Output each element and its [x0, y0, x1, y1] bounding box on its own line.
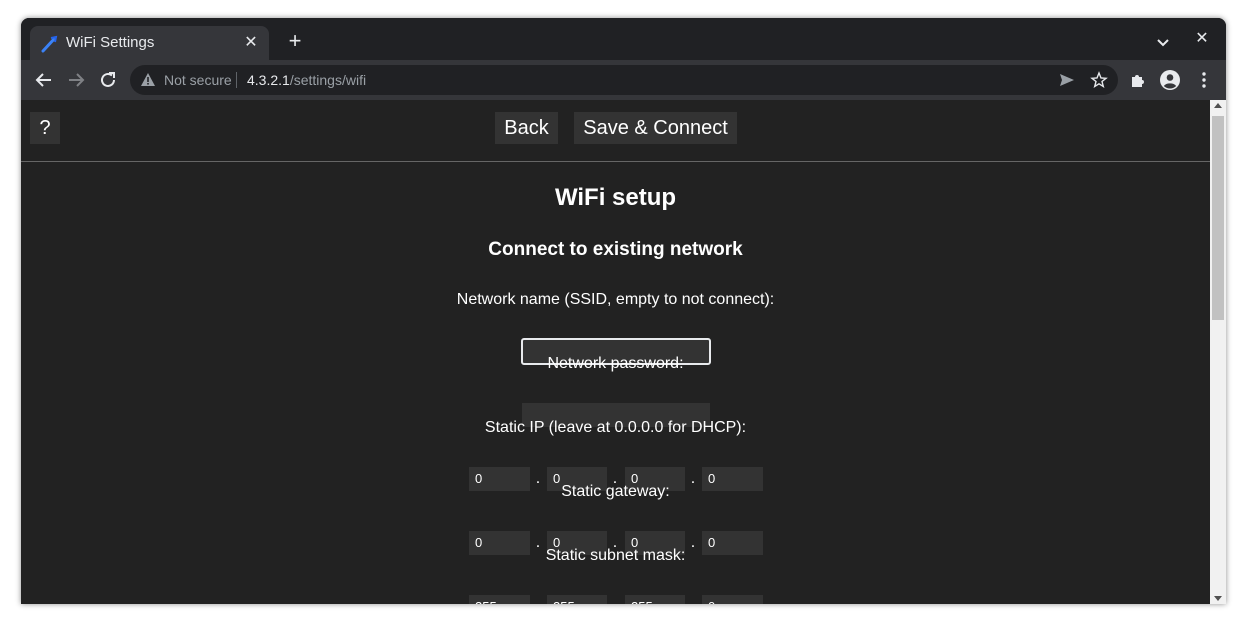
address-bar[interactable]: Not secure 4.3.2.1/settings/wifi: [130, 65, 1118, 95]
subnet-octet-3[interactable]: [625, 595, 685, 604]
tab-title: WiFi Settings: [66, 34, 155, 51]
subnet-octet-4[interactable]: [702, 595, 763, 604]
chevron-down-icon[interactable]: [1153, 32, 1173, 52]
octet-separator: .: [688, 598, 698, 604]
scroll-up-arrow-icon[interactable]: [1214, 103, 1222, 108]
extensions-puzzle-icon[interactable]: [1127, 69, 1149, 91]
security-status[interactable]: Not secure: [164, 72, 232, 88]
password-label: Network password:: [547, 355, 684, 372]
url-path: /settings/wifi: [289, 72, 367, 88]
tab-wifi-settings[interactable]: WiFi Settings ✕: [30, 26, 269, 60]
url-text[interactable]: 4.3.2.1/settings/wifi: [247, 72, 366, 88]
octet-separator: .: [533, 598, 543, 604]
url-host: 4.3.2.1: [247, 72, 290, 88]
section-subtitle: Connect to existing network: [488, 239, 743, 260]
wled-favicon-icon: [41, 35, 58, 53]
divider: [21, 161, 1210, 162]
warning-icon[interactable]: [140, 72, 156, 88]
new-tab-button[interactable]: +: [283, 29, 307, 53]
browser-window: WiFi Settings ✕ + ✕ Not secure 4.3.2.1/s…: [21, 18, 1226, 604]
window-close-icon[interactable]: ✕: [1193, 28, 1211, 48]
omnibox-divider: [236, 72, 237, 88]
scroll-down-arrow-icon[interactable]: [1214, 596, 1222, 601]
octet-separator: .: [610, 598, 620, 604]
help-button[interactable]: ?: [30, 112, 60, 144]
ssid-label: Network name (SSID, empty to not connect…: [456, 291, 775, 308]
browser-toolbar: Not secure 4.3.2.1/settings/wifi: [21, 60, 1226, 100]
tab-close-icon[interactable]: ✕: [242, 32, 260, 52]
subnet-octet-1[interactable]: [469, 595, 530, 604]
static-ip-label: Static IP (leave at 0.0.0.0 for DHCP):: [484, 419, 747, 436]
subnet-octet-2[interactable]: [547, 595, 607, 604]
tab-strip: WiFi Settings ✕ + ✕: [21, 18, 1226, 60]
kebab-menu-icon[interactable]: [1193, 69, 1215, 91]
reload-icon[interactable]: [97, 69, 119, 91]
page-scrollbar[interactable]: [1210, 100, 1226, 604]
back-button[interactable]: Back: [495, 112, 558, 144]
scrollbar-thumb[interactable]: [1212, 116, 1224, 320]
star-icon[interactable]: [1090, 71, 1108, 89]
back-arrow-icon[interactable]: [33, 69, 55, 91]
subnet-mask-label: Static subnet mask:: [545, 547, 686, 564]
page-content: ? Back Save & Connect WiFi setup Connect…: [21, 100, 1210, 604]
static-gateway-label: Static gateway:: [561, 483, 670, 500]
profile-avatar-icon[interactable]: [1159, 69, 1181, 91]
send-icon[interactable]: [1058, 71, 1076, 89]
page-title: WiFi setup: [554, 184, 677, 211]
forward-arrow-icon[interactable]: [65, 69, 87, 91]
save-connect-button[interactable]: Save & Connect: [574, 112, 737, 144]
